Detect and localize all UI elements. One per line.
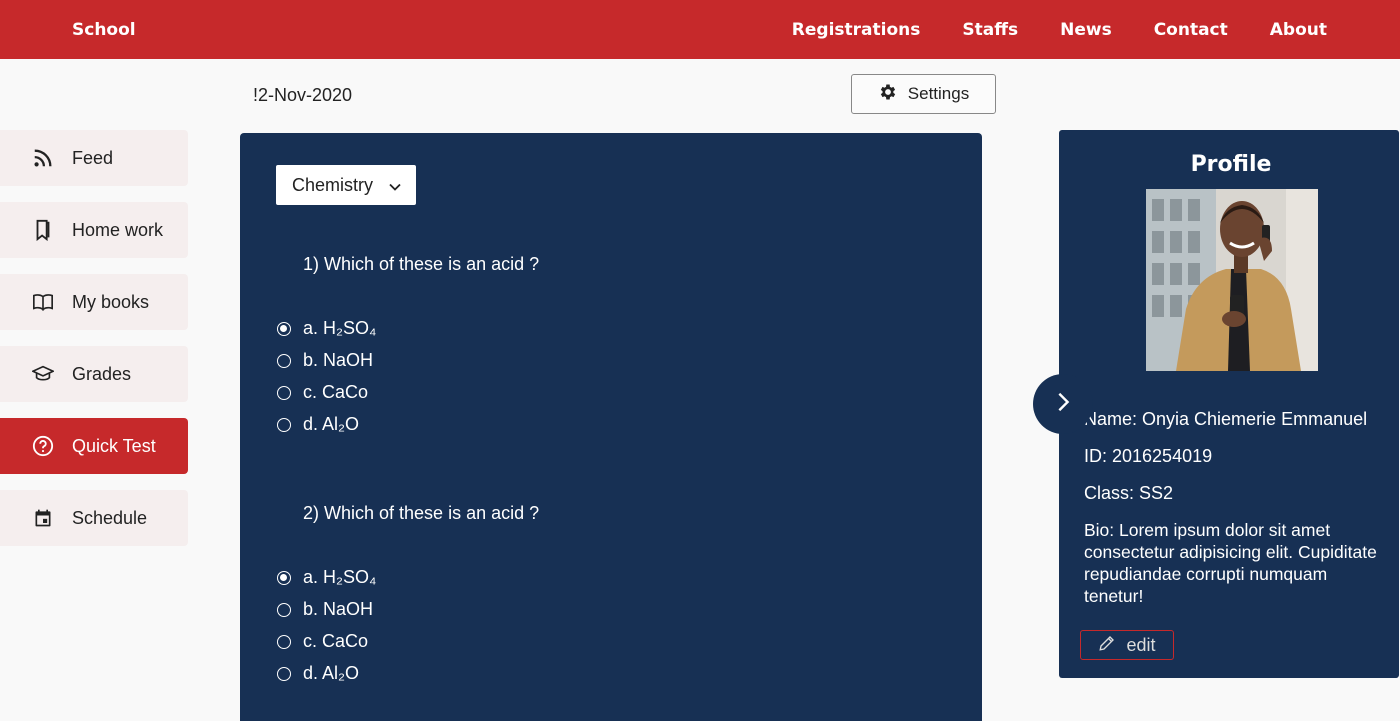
subject-select[interactable]: Chemistry (276, 165, 416, 205)
nav-about[interactable]: About (1270, 20, 1327, 40)
sidebar-item-schedule[interactable]: Schedule (0, 490, 188, 546)
settings-button[interactable]: Settings (851, 74, 996, 114)
chevron-right-icon (1052, 391, 1074, 418)
option-label: b. NaOH (303, 599, 374, 619)
edit-label: edit (1126, 634, 1156, 655)
edit-profile-button[interactable]: edit (1080, 630, 1174, 660)
homework-icon (32, 219, 54, 241)
profile-name: Name: Onyia Chiemerie Emmanuel (1084, 409, 1368, 429)
question-circle-icon (32, 435, 54, 457)
profile-title: Profile (1190, 152, 1272, 177)
question-text: 2) Which of these is an acid ? (303, 503, 540, 523)
sidebar-item-my-books[interactable]: My books (0, 274, 188, 330)
avatar (1146, 189, 1318, 371)
question-2-option-c[interactable]: c. CaCo (277, 631, 368, 652)
profile-panel: Profile Name: Onyia Chiemerie Emmanuel I… (1059, 130, 1399, 678)
sidebar-item-label: Home work (72, 219, 164, 240)
calendar-icon (32, 507, 54, 529)
radio-button[interactable] (277, 417, 291, 432)
option-label: d. Al₂O (303, 414, 360, 434)
option-label: a. H₂SO₄ (303, 318, 377, 338)
top-navbar: School Registrations Staffs News Contact… (0, 0, 1400, 59)
book-icon (32, 291, 54, 313)
nav-registrations[interactable]: Registrations (792, 20, 921, 40)
radio-button[interactable] (277, 570, 291, 585)
question-1-option-b[interactable]: b. NaOH (277, 350, 373, 371)
profile-bio: Bio: Lorem ipsum dolor sit amet consecte… (1084, 520, 1377, 606)
settings-label: Settings (907, 84, 970, 103)
radio-button[interactable] (277, 666, 291, 681)
question-2-option-d[interactable]: d. Al₂O (277, 663, 359, 684)
current-date: !2-Nov-2020 (253, 85, 353, 105)
question-2-option-a[interactable]: a. H₂SO₄ (277, 567, 376, 588)
brand-logo[interactable]: School (72, 20, 136, 40)
option-label: b. NaOH (303, 350, 374, 370)
question-1-option-d[interactable]: d. Al₂O (277, 414, 359, 435)
profile-id: ID: 2016254019 (1084, 446, 1213, 466)
radio-button[interactable] (277, 634, 291, 649)
graduation-cap-icon (32, 363, 54, 385)
option-label: d. Al₂O (303, 663, 360, 683)
question-1-option-a[interactable]: a. H₂SO₄ (277, 318, 376, 339)
sidebar-item-label: My books (72, 291, 150, 312)
question-text: 1) Which of these is an acid ? (303, 254, 540, 274)
gear-icon (878, 82, 898, 107)
option-label: c. CaCo (303, 382, 369, 402)
profile-toggle-button[interactable] (1033, 374, 1093, 434)
radio-button[interactable] (277, 353, 291, 368)
sidebar-item-label: Schedule (72, 507, 148, 528)
question-2-option-b[interactable]: b. NaOH (277, 599, 373, 620)
radio-button[interactable] (277, 385, 291, 400)
sidebar-item-label: Feed (72, 147, 114, 168)
sidebar-item-homework[interactable]: Home work (0, 202, 188, 258)
pencil-icon (1098, 634, 1116, 657)
chevron-down-icon (388, 178, 402, 199)
radio-button[interactable] (277, 321, 291, 336)
option-label: a. H₂SO₄ (303, 567, 377, 587)
radio-button[interactable] (277, 602, 291, 617)
quick-test-panel: Chemistry 1) Which of these is an acid ?… (240, 133, 982, 721)
nav-staffs[interactable]: Staffs (962, 20, 1018, 40)
sidebar: Feed Home work My books Grades Quick Tes… (0, 130, 188, 562)
sidebar-item-label: Quick Test (72, 435, 156, 456)
question-1-option-c[interactable]: c. CaCo (277, 382, 368, 403)
top-nav: Registrations Staffs News Contact About (750, 20, 1327, 40)
sidebar-item-feed[interactable]: Feed (0, 130, 188, 186)
sidebar-item-quick-test[interactable]: Quick Test (0, 418, 188, 474)
subject-select-value: Chemistry (292, 174, 374, 195)
option-label: c. CaCo (303, 631, 369, 651)
profile-class: Class: SS2 (1084, 483, 1174, 503)
sidebar-item-label: Grades (72, 363, 132, 384)
nav-contact[interactable]: Contact (1154, 20, 1228, 40)
rss-icon (32, 147, 54, 169)
sidebar-item-grades[interactable]: Grades (0, 346, 188, 402)
nav-news[interactable]: News (1060, 20, 1112, 40)
